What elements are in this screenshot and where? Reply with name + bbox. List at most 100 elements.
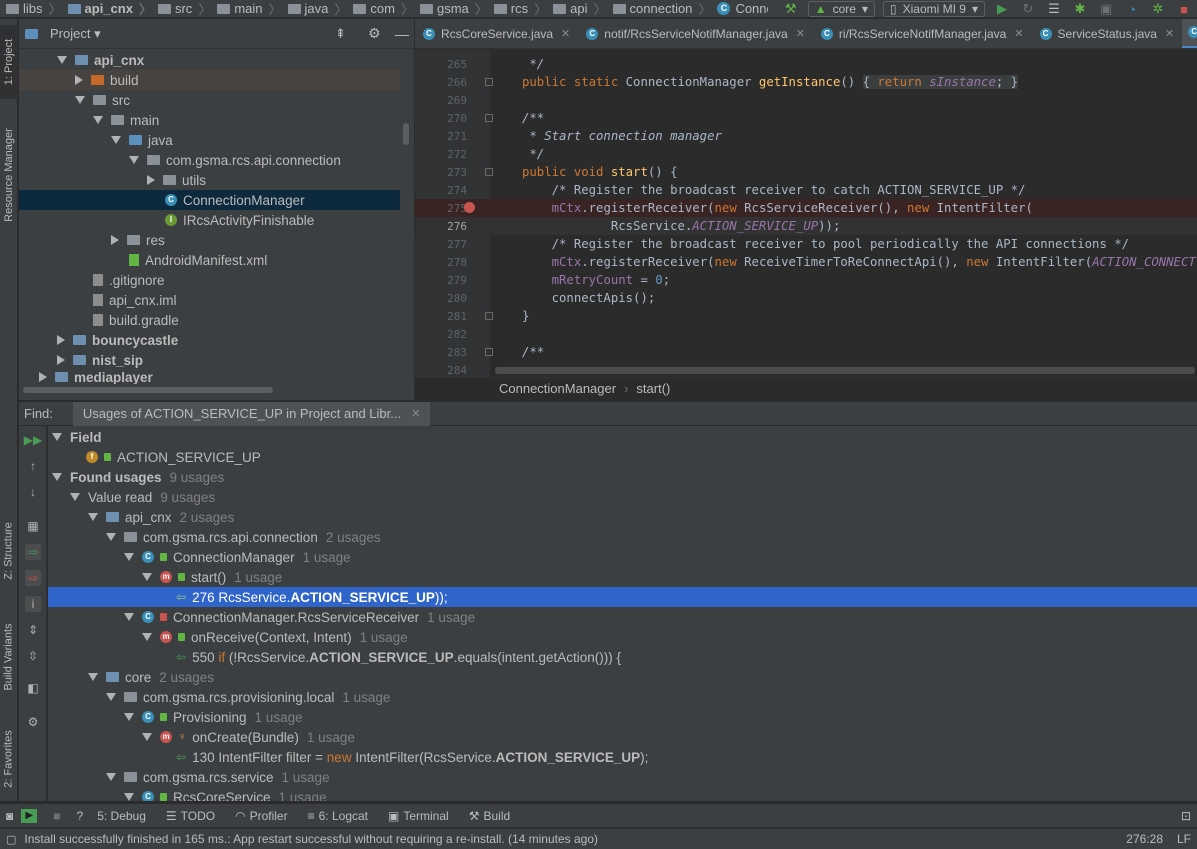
crumb-rcs[interactable]: rcs 〉 xyxy=(488,0,547,17)
tree-node-package-service[interactable]: com.gsma.rcs.service 1 usage xyxy=(48,767,1197,787)
tree-node-package-connection[interactable]: com.gsma.rcs.api.connection 2 usages xyxy=(48,527,1197,547)
close-icon[interactable]: ✕ xyxy=(1165,27,1174,40)
tool-terminal[interactable]: ▣ Terminal xyxy=(388,809,449,823)
tree-node-field[interactable]: Field xyxy=(48,427,1197,447)
fold-icon[interactable] xyxy=(485,168,493,176)
tree-node-api-cnx[interactable]: api_cnx 2 usages xyxy=(48,507,1197,527)
collapse-all-icon[interactable]: ⇞ xyxy=(335,26,346,42)
tool-profiler[interactable]: ◠ Profiler xyxy=(235,809,288,823)
help-icon[interactable]: ? xyxy=(77,809,84,823)
gear-icon[interactable]: ⚙ xyxy=(368,25,381,42)
crumb-src[interactable]: src 〉 xyxy=(152,0,211,17)
crumb-libs[interactable]: libs 〉 xyxy=(0,0,62,17)
crumb-main[interactable]: main 〉 xyxy=(211,0,282,17)
camera-icon[interactable]: ◙ xyxy=(6,809,13,823)
breadcrumb-method[interactable]: start() xyxy=(636,381,670,396)
close-icon[interactable]: ✕ xyxy=(411,407,420,420)
rerun-icon[interactable]: ▶▶ xyxy=(24,432,42,448)
close-icon[interactable]: ✕ xyxy=(796,27,805,40)
usage-line-276[interactable]: ⇦ 276 RcsService. ACTION_SERVICE_UP)); xyxy=(48,587,1197,607)
tree-item-connection-manager[interactable]: C ConnectionManager xyxy=(19,190,400,210)
find-usages-tab[interactable]: Usages of ACTION_SERVICE_UP in Project a… xyxy=(72,401,431,426)
tree-item-build[interactable]: build xyxy=(19,70,400,90)
tree-item-irc-activity-finishable[interactable]: I IRcsActivityFinishable xyxy=(19,210,400,230)
tree-node-class-rcs-core-service[interactable]: C RcsCoreService 1 usage xyxy=(48,787,1197,801)
event-log-icon[interactable]: ⊡ xyxy=(1181,809,1191,823)
tab-connection-manager[interactable]: C xyxy=(1182,19,1197,48)
project-view-select[interactable]: Project ▾ xyxy=(50,26,101,42)
tree-node-method-onreceive[interactable]: m onReceive(Context, Intent) 1 usage xyxy=(48,627,1197,647)
debug-icon[interactable]: ✱ xyxy=(1072,1,1088,17)
tool-todo[interactable]: ☰ TODO xyxy=(166,809,215,823)
tree-node-method-oncreate[interactable]: m ♀ onCreate(Bundle) 1 usage xyxy=(48,727,1197,747)
status-toggle-icon[interactable]: ▢ xyxy=(6,833,16,846)
tree-node-field-name[interactable]: f ACTION_SERVICE_UP xyxy=(48,447,1197,467)
tool-build[interactable]: ⚒ Build xyxy=(469,809,510,823)
tree-item-build-gradle[interactable]: build.gradle xyxy=(19,310,400,330)
usage-line-550[interactable]: ⇦ 550 if (!RcsService. ACTION_SERVICE_UP .e… xyxy=(48,647,1197,667)
tab-rcs-core-service[interactable]: C RcsCoreService.java ✕ xyxy=(415,19,578,48)
tree-item-bouncycastle[interactable]: bouncycastle xyxy=(19,330,400,350)
tab-service-status[interactable]: C ServiceStatus.java ✕ xyxy=(1032,19,1183,48)
tree-item-gitignore[interactable]: .gitignore xyxy=(19,270,400,290)
tree-item-src[interactable]: src xyxy=(19,90,400,110)
tool-logcat[interactable]: ≡ 6: Logcat xyxy=(308,809,368,823)
tree-node-value-read[interactable]: Value read 9 usages xyxy=(48,487,1197,507)
tool-debug[interactable]: 5: Debug xyxy=(97,809,146,823)
stop-icon[interactable]: ■ xyxy=(1176,1,1192,17)
editor-horizontal-scrollbar[interactable] xyxy=(495,367,1195,374)
code-editor[interactable]: 265 */ 266 public static ConnectionManage… xyxy=(415,50,1197,377)
tree-item-api-cnx-iml[interactable]: api_cnx.iml xyxy=(19,290,400,310)
group-by-icon[interactable]: ▦ xyxy=(25,518,41,534)
info-icon[interactable]: i xyxy=(25,596,41,612)
hammer-build-icon[interactable]: ⚒ xyxy=(783,1,799,17)
attach-debugger-icon[interactable]: ✲ xyxy=(1150,1,1166,17)
stop-panel-icon[interactable]: ■ xyxy=(53,809,60,823)
vertical-scrollbar[interactable] xyxy=(403,123,409,145)
collapse-all-icon[interactable]: ⇳ xyxy=(25,648,41,664)
previous-occurrence-icon[interactable]: ↑ xyxy=(25,458,41,474)
breakpoint-icon[interactable] xyxy=(464,202,475,213)
run-config-select[interactable]: ▲ core ▾ xyxy=(807,1,875,17)
tab-resource-manager[interactable]: Resource Manager xyxy=(0,119,18,231)
fold-icon[interactable] xyxy=(485,114,493,122)
tree-item-main[interactable]: main xyxy=(19,110,400,130)
caret-position[interactable]: 276:28 xyxy=(1126,832,1163,846)
fold-icon[interactable] xyxy=(485,78,493,86)
status-message[interactable]: Install successfully finished in 165 ms.… xyxy=(24,832,598,846)
profile-icon[interactable]: ◔ xyxy=(1124,1,1140,17)
tree-item-utils[interactable]: utils xyxy=(19,170,400,190)
line-separator[interactable]: LF xyxy=(1177,832,1191,846)
tree-item-package-connection[interactable]: com.gsma.rcs.api.connection xyxy=(19,150,400,170)
tab-favorites[interactable]: 2: Favorites xyxy=(0,719,18,799)
tree-item-mediaplayer[interactable]: mediaplayer xyxy=(19,370,400,384)
tree-item-manifest[interactable]: AndroidManifest.xml xyxy=(19,250,400,270)
tree-node-class-rcs-service-receiver[interactable]: C ConnectionManager.RcsServiceReceiver 1 u… xyxy=(48,607,1197,627)
write-access-icon[interactable]: ⇨ xyxy=(25,570,41,586)
tree-node-core[interactable]: core 2 usages xyxy=(48,667,1197,687)
tree-item-java[interactable]: java xyxy=(19,130,400,150)
tab-notif-rcs-service-notif-manager[interactable]: Cnotif/RcsServiceNotifManager.java ✕ xyxy=(578,19,813,48)
crumb-connection[interactable]: connection 〉 xyxy=(607,0,711,17)
coverage-icon[interactable]: ▣ xyxy=(1098,1,1114,17)
run-icon[interactable]: ▶ xyxy=(994,1,1010,17)
rerun-icon[interactable]: ↻ xyxy=(1020,1,1036,17)
crumb-java[interactable]: java 〉 xyxy=(282,0,347,17)
tree-item-api-cnx[interactable]: api_cnx xyxy=(19,50,400,70)
apply-changes-icon[interactable]: ☰ xyxy=(1046,1,1062,17)
tree-node-found-usages[interactable]: Found usages 9 usages xyxy=(48,467,1197,487)
run-panel-icon[interactable]: ▶ xyxy=(21,808,38,823)
tree-node-class-connection-manager[interactable]: C ConnectionManager 1 usage xyxy=(48,547,1197,567)
close-icon[interactable]: ✕ xyxy=(1014,27,1023,40)
tab-structure[interactable]: Z: Structure xyxy=(0,509,18,593)
device-select[interactable]: ▯ Xiaomi MI 9 ▾ xyxy=(883,1,985,17)
crumb-api[interactable]: api 〉 xyxy=(547,0,607,17)
fold-icon[interactable] xyxy=(485,312,493,320)
crumb-com[interactable]: com 〉 xyxy=(347,0,414,17)
expand-all-icon[interactable]: ⇕ xyxy=(25,622,41,638)
gear-icon[interactable]: ⚙ xyxy=(25,714,41,730)
fold-icon[interactable] xyxy=(485,348,493,356)
tree-node-class-provisioning[interactable]: C Provisioning 1 usage xyxy=(48,707,1197,727)
tree-node-method-start[interactable]: m start() 1 usage xyxy=(48,567,1197,587)
tab-project[interactable]: 1: Project xyxy=(0,25,18,99)
